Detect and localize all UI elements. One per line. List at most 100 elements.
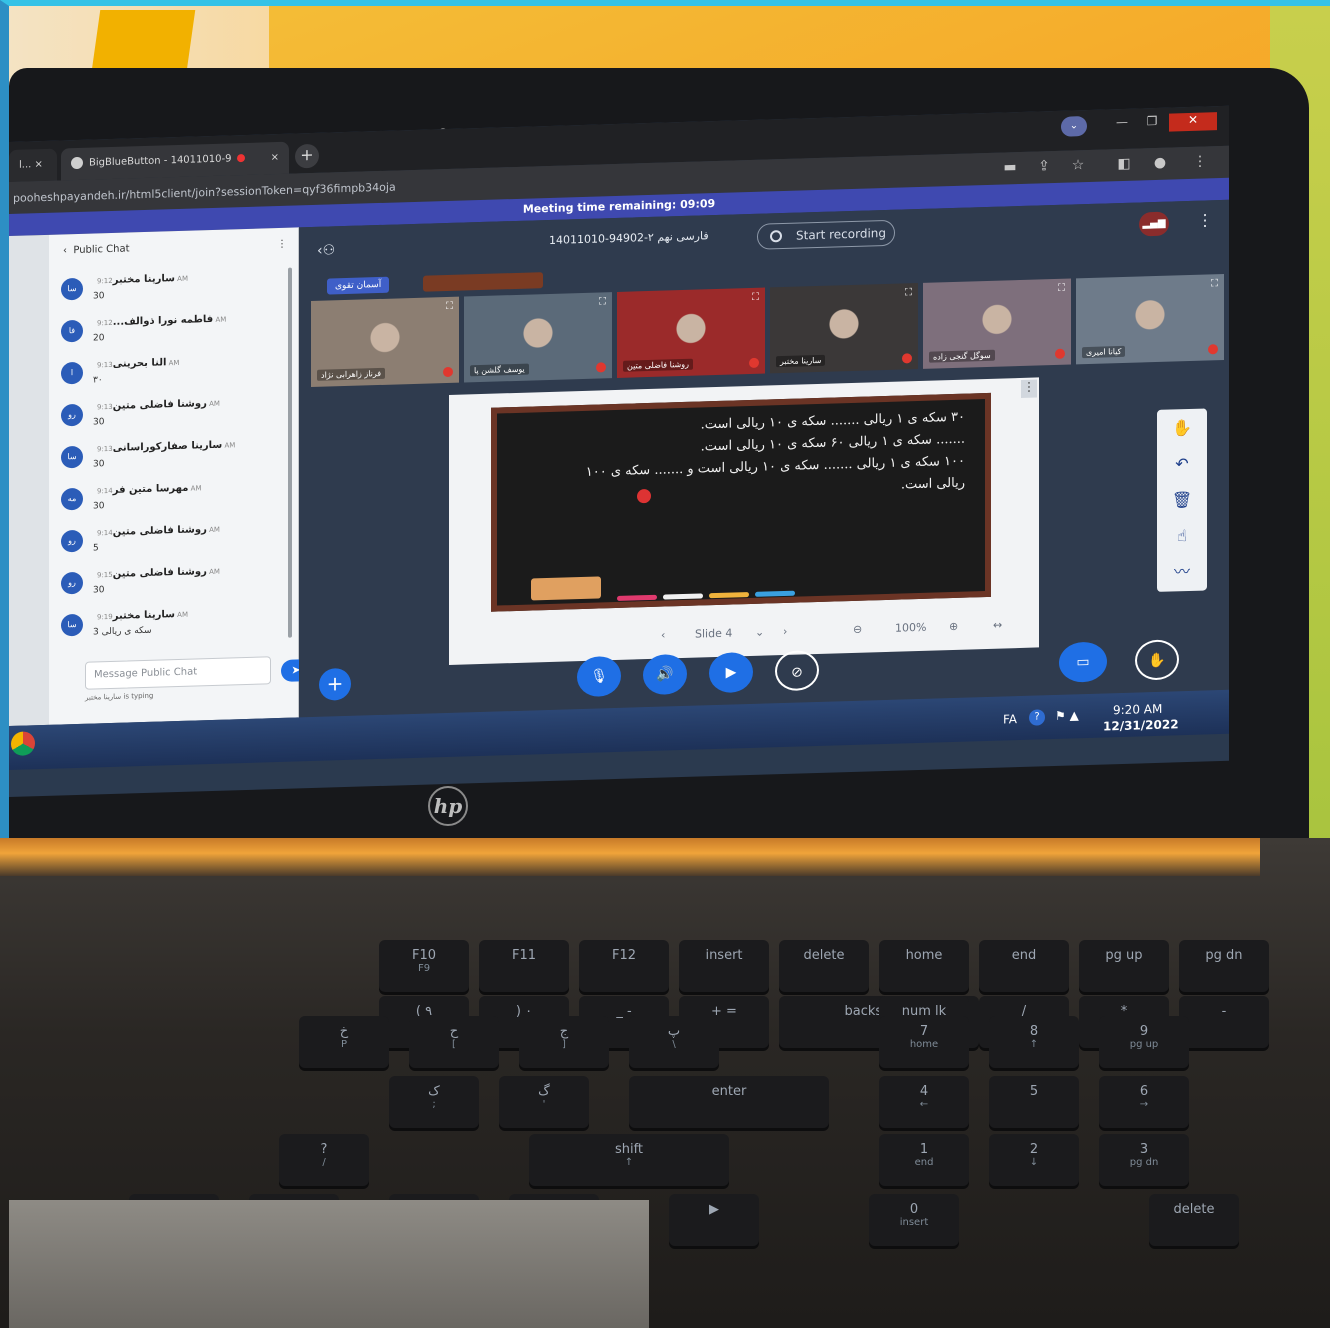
webcam-tile[interactable]: ⛶ کیانا امیری: [1076, 273, 1224, 365]
keyboard-key[interactable]: ح[: [409, 1016, 499, 1068]
keyboard-key[interactable]: ▶: [669, 1194, 759, 1246]
fullscreen-icon[interactable]: ⛶: [1058, 283, 1065, 294]
chrome-taskbar-icon[interactable]: [11, 731, 35, 756]
clock-date[interactable]: 12/31/2022: [1103, 717, 1179, 733]
screen-share-button[interactable]: ⊘: [775, 649, 819, 692]
webcam-tile[interactable]: ⛶ سارینا مختبر: [770, 283, 918, 374]
pencil-tool-icon[interactable]: 〰: [1169, 559, 1195, 586]
multi-user-whiteboard-icon[interactable]: ☝: [1169, 523, 1195, 550]
undo-icon[interactable]: ↶: [1169, 451, 1195, 478]
laptop-screen: ا... × BigBlueButton - 14011010-9 × + ⌄ …: [9, 105, 1229, 797]
webcam-user-name: سارینا مختبر: [776, 354, 826, 368]
keyboard-key[interactable]: 9 pg up: [1099, 1016, 1189, 1068]
keyboard-key[interactable]: shift ↑: [529, 1134, 729, 1186]
chevron-left-icon[interactable]: ‹: [63, 245, 73, 256]
window-minimize-button[interactable]: —: [1109, 115, 1135, 134]
clear-all-icon[interactable]: 🗑: [1169, 487, 1195, 514]
chat-message-input[interactable]: Message Public Chat: [85, 656, 271, 690]
window-close-button[interactable]: ✕: [1169, 112, 1217, 132]
keyboard-key[interactable]: end: [979, 940, 1069, 992]
chrome-menu-icon[interactable]: ⋮: [1189, 150, 1211, 173]
keyboard-key[interactable]: 8 ↑: [989, 1016, 1079, 1068]
keyboard-key[interactable]: 0 insert: [869, 1194, 959, 1246]
help-icon[interactable]: ?: [1029, 709, 1045, 726]
keyboard-key[interactable]: enter: [629, 1076, 829, 1128]
keyboard-key[interactable]: ج]: [519, 1016, 609, 1068]
camera-in-use-icon[interactable]: ▬: [999, 156, 1021, 179]
input-language-indicator[interactable]: FA: [1003, 712, 1017, 726]
fit-to-width-button[interactable]: ↔: [993, 619, 1002, 632]
presentation-toggle-button[interactable]: ▭: [1059, 641, 1107, 683]
keyboard-key[interactable]: 5: [989, 1076, 1079, 1128]
previous-slide-button[interactable]: ‹: [661, 629, 665, 642]
keyboard-key[interactable]: 7 home: [879, 1016, 969, 1068]
slide-selector[interactable]: Slide 4: [695, 627, 732, 641]
keyboard-key[interactable]: insert: [679, 940, 769, 992]
keyboard-key[interactable]: F11: [479, 940, 569, 992]
tab-search-chevron-icon[interactable]: ⌄: [1061, 116, 1087, 137]
keyboard-key[interactable]: -: [1179, 996, 1269, 1048]
side-panel-icon[interactable]: ◧: [1113, 153, 1135, 176]
webcam-tile[interactable]: ⛶ فرناز زاهرابی نژاد: [311, 296, 459, 388]
tab-close-icon[interactable]: ×: [271, 142, 279, 174]
keyboard-key[interactable]: ? /: [279, 1134, 369, 1186]
webcam-tile[interactable]: ⛶ یوسف گلشن پا: [464, 292, 612, 383]
keyboard-key[interactable]: delete: [779, 940, 869, 992]
meeting-options-icon[interactable]: ⋮: [1197, 210, 1213, 229]
zoom-in-button[interactable]: ⊕: [949, 620, 958, 633]
webcam-button[interactable]: ▶: [709, 651, 753, 694]
user-avatar: رو: [61, 403, 83, 427]
fullscreen-icon[interactable]: ⛶: [446, 301, 453, 312]
keyboard-key[interactable]: 2 ↓: [989, 1134, 1079, 1186]
microphone-button[interactable]: 🎙: [577, 655, 621, 698]
window-maximize-button[interactable]: ❐: [1139, 114, 1165, 133]
keyboard-key[interactable]: 6 →: [1099, 1076, 1189, 1128]
start-recording-button[interactable]: Start recording: [757, 219, 895, 250]
fullscreen-icon[interactable]: ⛶: [599, 296, 606, 307]
keyboard-key[interactable]: گ ': [499, 1076, 589, 1128]
keyboard-key[interactable]: F12: [579, 940, 669, 992]
fullscreen-icon[interactable]: ⛶: [1211, 278, 1218, 289]
new-tab-button[interactable]: +: [295, 143, 319, 169]
keyboard-key[interactable]: delete: [1149, 1194, 1239, 1246]
bookmark-star-icon[interactable]: ☆: [1067, 154, 1089, 177]
profile-avatar-icon[interactable]: ●: [1149, 152, 1171, 175]
webcam-tile[interactable]: ⛶ سوگل گنجی زاده: [923, 278, 1071, 369]
audio-speaker-button[interactable]: 🔊: [643, 653, 687, 696]
browser-tab-previous[interactable]: ا... ×: [9, 148, 57, 182]
webcam-tile[interactable]: ⛶ روشنا فاضلی متین: [617, 287, 765, 378]
zoom-out-button[interactable]: ⊖: [853, 623, 862, 636]
muted-mic-icon: [1208, 344, 1218, 355]
actions-plus-button[interactable]: +: [319, 667, 351, 701]
chat-scrollbar[interactable]: [288, 267, 292, 638]
keyboard-key[interactable]: 4 ←: [879, 1076, 969, 1128]
keyboard-key[interactable]: پ \: [629, 1016, 719, 1068]
user-list-toggle-icon[interactable]: ‹⚇: [317, 242, 335, 259]
chat-message-text: 5: [93, 543, 99, 554]
chat-options-icon[interactable]: ⋮: [277, 228, 287, 262]
raise-hand-button[interactable]: ✋: [1135, 639, 1179, 681]
keyboard-key[interactable]: F10 F9: [379, 940, 469, 992]
slide-dropdown-icon[interactable]: ⌄: [755, 626, 764, 639]
chat-message-text: 3 سکه ی ریالی: [93, 625, 152, 638]
keyboard-key[interactable]: home: [879, 940, 969, 992]
tray-icons[interactable]: ⚑ ▲: [1055, 708, 1079, 723]
hand-tool-icon[interactable]: ✋: [1169, 415, 1195, 442]
connection-status-icon[interactable]: ▂▄▆: [1139, 211, 1169, 237]
fullscreen-icon[interactable]: ⛶: [752, 292, 759, 303]
chat-header[interactable]: ‹ Public Chat ⋮: [49, 227, 299, 268]
clock-time[interactable]: 9:20 AM: [1113, 702, 1162, 717]
keyboard-key[interactable]: pg dn: [1179, 940, 1269, 992]
presentation-options-icon[interactable]: ⋮: [1021, 379, 1037, 398]
keyboard-key[interactable]: 3 pg dn: [1099, 1134, 1189, 1186]
muted-mic-icon: [596, 362, 606, 373]
slide-text-line: ریالی است.: [900, 475, 965, 493]
keyboard-key[interactable]: خP: [299, 1016, 389, 1068]
share-icon[interactable]: ⇪: [1033, 155, 1055, 178]
fullscreen-icon[interactable]: ⛶: [905, 287, 912, 298]
keyboard-key[interactable]: 1 end: [879, 1134, 969, 1186]
next-slide-button[interactable]: ›: [783, 625, 787, 638]
keyboard-key[interactable]: pg up: [1079, 940, 1169, 992]
chat-sender-name: روشنا فاضلی متین9:13 AM: [97, 398, 220, 412]
keyboard-key[interactable]: ک;: [389, 1076, 479, 1128]
